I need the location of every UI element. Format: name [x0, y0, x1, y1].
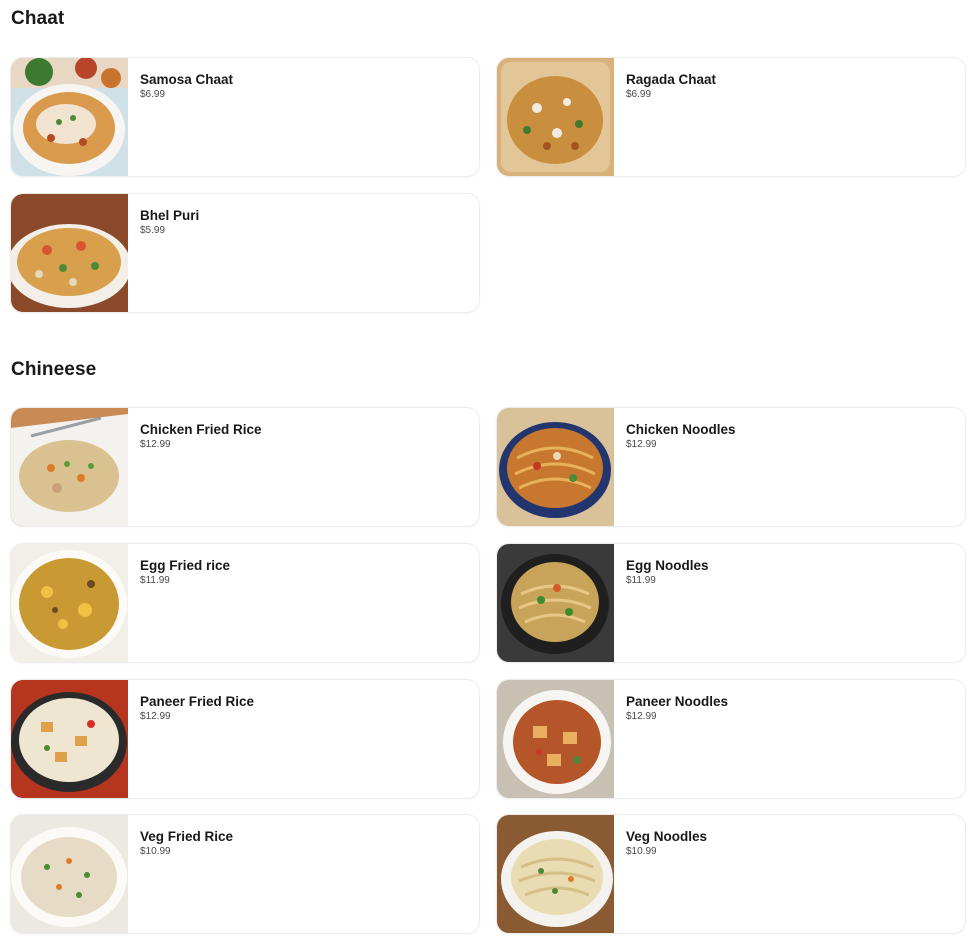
item-name: Ragada Chaat: [626, 72, 717, 87]
menu-item-veg-noodles[interactable]: Veg Noodles $10.99: [497, 815, 965, 933]
section-title-chineese: Chineese: [11, 359, 97, 380]
veg-fried-rice-image: [11, 815, 128, 933]
chicken-noodles-image: [497, 408, 614, 526]
item-name: Veg Fried Rice: [140, 829, 234, 844]
samosa-chaat-image: [11, 58, 128, 176]
menu-item-paneer-noodles[interactable]: Paneer Noodles $12.99: [497, 680, 965, 798]
veg-noodles-image: [497, 815, 614, 933]
item-price: $12.99: [626, 439, 657, 450]
egg-fried-rice-image: [11, 544, 128, 662]
item-price: $12.99: [140, 711, 171, 722]
item-name: Bhel Puri: [140, 208, 200, 223]
egg-noodles-image: [497, 544, 614, 662]
item-name: Egg Noodles: [626, 558, 709, 573]
menu-item-chicken-noodles[interactable]: Chicken Noodles $12.99: [497, 408, 965, 526]
ragada-chaat-image: [497, 58, 614, 176]
item-name: Paneer Fried Rice: [140, 694, 255, 709]
item-name: Egg Fried rice: [140, 558, 231, 573]
menu-item-veg-fried-rice[interactable]: Veg Fried Rice $10.99: [11, 815, 479, 933]
item-price: $6.99: [626, 89, 652, 100]
item-name: Samosa Chaat: [140, 72, 234, 87]
chicken-fried-rice-image: [11, 408, 128, 526]
item-price: $5.99: [140, 225, 166, 236]
section-title-chaat: Chaat: [11, 8, 65, 29]
item-price: $12.99: [140, 439, 171, 450]
item-price: $10.99: [140, 846, 171, 857]
menu-item-chicken-fried-rice[interactable]: Chicken Fried Rice $12.99: [11, 408, 479, 526]
item-name: Paneer Noodles: [626, 694, 729, 709]
item-price: $11.99: [140, 575, 170, 586]
item-name: Chicken Fried Rice: [140, 422, 262, 437]
menu-item-samosa-chaat[interactable]: Samosa Chaat $6.99: [11, 58, 479, 176]
menu-item-ragada-chaat[interactable]: Ragada Chaat $6.99: [497, 58, 965, 176]
menu-item-bhel-puri[interactable]: Bhel Puri $5.99: [11, 194, 479, 312]
item-price: $11.99: [626, 575, 656, 586]
bhel-puri-image: [11, 194, 128, 312]
paneer-fried-rice-image: [11, 680, 128, 798]
item-price: $10.99: [626, 846, 657, 857]
paneer-noodles-image: [497, 680, 614, 798]
item-name: Chicken Noodles: [626, 422, 736, 437]
menu-item-paneer-fried-rice[interactable]: Paneer Fried Rice $12.99: [11, 680, 479, 798]
item-price: $6.99: [140, 89, 166, 100]
item-name: Veg Noodles: [626, 829, 708, 844]
menu-item-egg-fried-rice[interactable]: Egg Fried rice $11.99: [11, 544, 479, 662]
item-price: $12.99: [626, 711, 657, 722]
menu-item-egg-noodles[interactable]: Egg Noodles $11.99: [497, 544, 965, 662]
